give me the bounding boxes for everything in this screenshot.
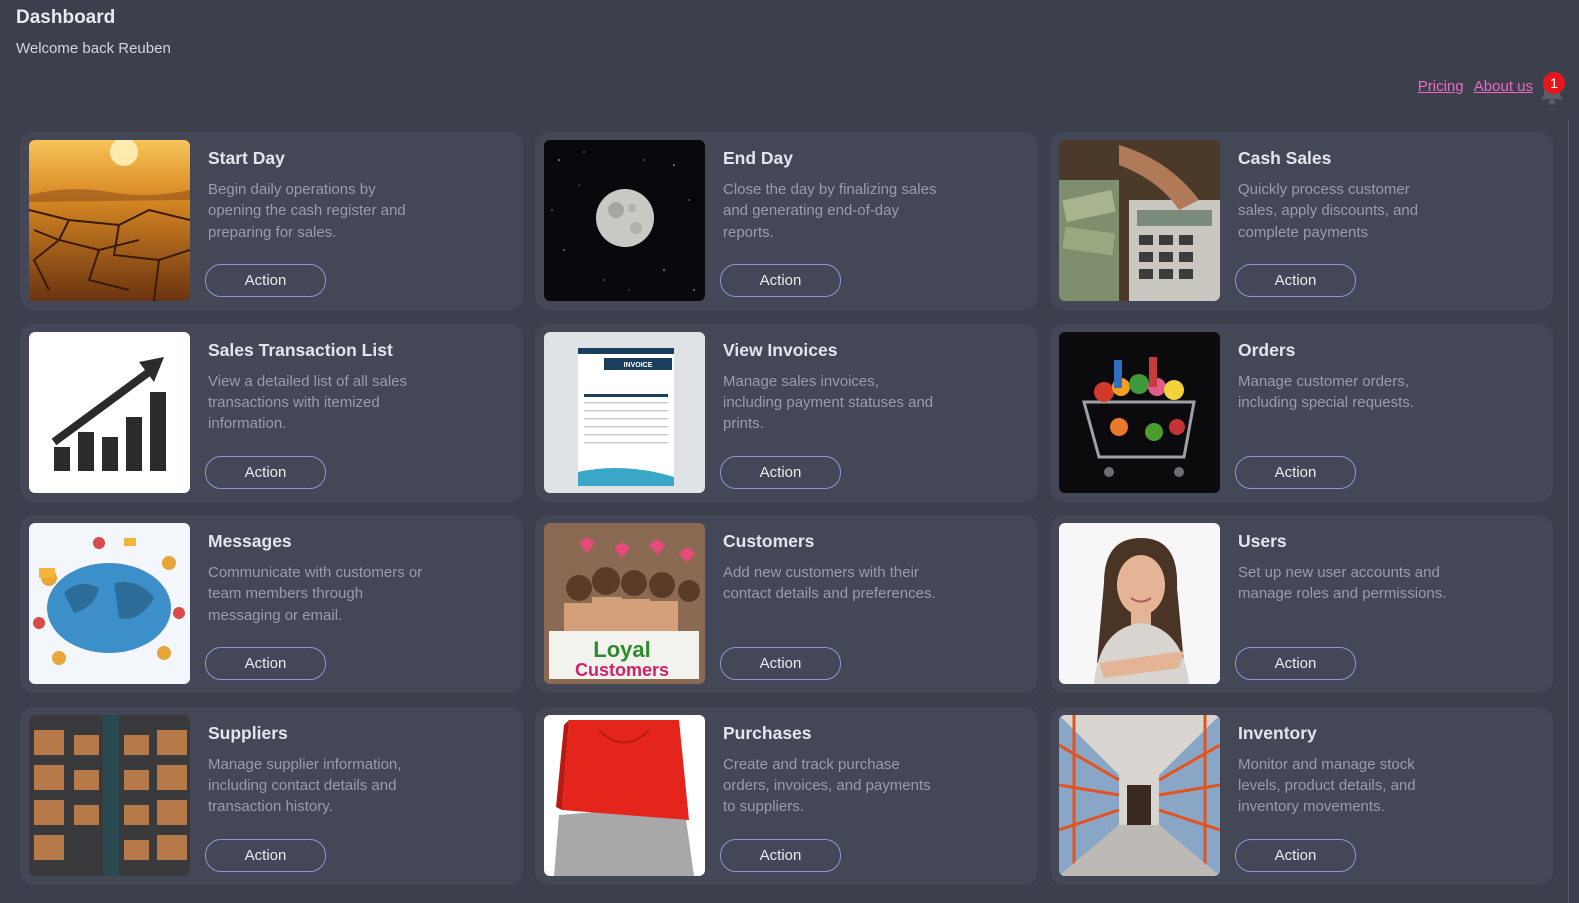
card-sales-transaction-list: Sales Transaction List View a detailed l… [20, 323, 523, 502]
purchases-action-button[interactable]: Action [720, 838, 841, 872]
customers-action-button[interactable]: Action [720, 647, 841, 680]
card-title: Messages [208, 531, 292, 551]
card-title: Cash Sales [1238, 148, 1332, 168]
card-description: Manage sales invoices, including payment… [723, 372, 934, 433]
red-shopping-bag-image [544, 714, 705, 876]
card-title: Users [1238, 531, 1287, 551]
card-description: Quickly process customer sales, apply di… [1238, 181, 1419, 241]
pricing-link[interactable]: Pricing [1418, 78, 1464, 95]
card-purchases: Purchases Create and track purchase orde… [535, 706, 1038, 885]
card-title: Customers [723, 531, 815, 551]
suppliers-action-button[interactable]: Action [205, 838, 326, 872]
scrollbar[interactable] [1568, 120, 1579, 903]
end-day-action-button[interactable]: Action [720, 264, 841, 297]
card-description: Communicate with customers or team membe… [208, 564, 423, 624]
warehouse-aisle-image [1059, 714, 1220, 876]
notification-button[interactable]: 1 [1537, 72, 1567, 108]
card-messages: Messages Communicate with customers or t… [20, 515, 523, 693]
card-title: Orders [1238, 339, 1296, 360]
card-title: Start Day [208, 148, 285, 168]
card-view-invoices: INVOICE View Invoices Manage sales invoi… [535, 323, 1038, 502]
growth-chart-image [29, 331, 190, 493]
card-inventory: Inventory Monitor and manage stock level… [1050, 706, 1553, 885]
card-suppliers: Suppliers Manage supplier information, i… [20, 706, 523, 885]
card-end-day: End Day Close the day by finalizing sale… [535, 132, 1038, 310]
sales-transaction-list-action-button[interactable]: Action [205, 455, 326, 489]
full-moon-image [544, 140, 705, 301]
orders-action-button[interactable]: Action [1235, 455, 1356, 489]
messages-action-button[interactable]: Action [205, 647, 326, 680]
warehouse-boxes-image [29, 714, 190, 876]
cash-sales-action-button[interactable]: Action [1235, 264, 1356, 297]
card-orders: Orders Manage customer orders, including… [1050, 323, 1553, 502]
card-cash-sales: Cash Sales Quickly process customer sale… [1050, 132, 1553, 310]
cracked-desert-image [29, 140, 190, 301]
view-invoices-action-button[interactable]: Action [720, 455, 841, 489]
card-description: Manage supplier information, including c… [208, 755, 402, 816]
card-users: Users Set up new user accounts and manag… [1050, 515, 1553, 693]
inventory-action-button[interactable]: Action [1235, 838, 1356, 872]
page-title: Dashboard [16, 7, 116, 28]
card-description: Begin daily operations by opening the ca… [208, 181, 406, 241]
about-us-link[interactable]: About us [1474, 78, 1533, 95]
invoice-heading: INVOICE [624, 362, 653, 369]
card-description: Create and track purchase orders, invoic… [723, 755, 931, 816]
top-nav: Pricing About us [1412, 78, 1533, 95]
card-customers: Loyal Customers Customers Add new custom… [535, 515, 1038, 693]
notification-badge: 1 [1543, 72, 1565, 94]
card-title: Inventory [1238, 722, 1317, 743]
customers-banner-text: Customers [575, 660, 669, 680]
invoice-document-image: INVOICE [544, 331, 705, 493]
card-title: Purchases [723, 722, 812, 743]
cash-calculator-image [1059, 140, 1220, 301]
loyal-banner-text: Loyal [593, 637, 650, 662]
start-day-action-button[interactable]: Action [205, 264, 326, 297]
card-description: Set up new user accounts and manage role… [1238, 564, 1447, 603]
card-description: Manage customer orders, including specia… [1238, 372, 1414, 411]
shopping-cart-image [1059, 331, 1220, 493]
card-description: Monitor and manage stock levels, product… [1238, 755, 1416, 816]
card-description: Add new customers with their contact det… [723, 564, 936, 603]
woman-portrait-image [1059, 523, 1220, 684]
card-description: Close the day by finalizing sales and ge… [723, 181, 937, 241]
feature-grid: Start Day Begin daily operations by open… [20, 132, 1553, 885]
loyal-customers-image: Loyal Customers [544, 523, 705, 684]
card-title: View Invoices [723, 339, 838, 360]
card-description: View a detailed list of all sales transa… [208, 372, 407, 433]
welcome-message: Welcome back Reuben [16, 40, 171, 57]
card-title: Suppliers [208, 722, 288, 743]
users-action-button[interactable]: Action [1235, 647, 1356, 680]
global-network-image [29, 523, 190, 684]
card-title: Sales Transaction List [208, 339, 393, 360]
card-start-day: Start Day Begin daily operations by open… [20, 132, 523, 310]
card-title: End Day [723, 148, 794, 168]
